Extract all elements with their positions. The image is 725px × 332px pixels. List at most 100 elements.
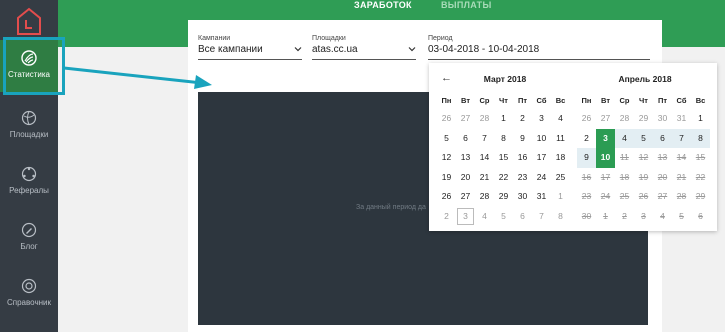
calendar-day[interactable]: 20 — [456, 168, 475, 188]
weekday: Вс — [555, 96, 566, 105]
calendar-day[interactable]: 10 — [532, 129, 551, 149]
week-row: 9 10 11 12 13 14 15 — [577, 148, 713, 168]
calendar-day[interactable]: 16 — [513, 148, 532, 168]
day-grid: 26 27 28 29 30 31 1 2 3 4 5 6 7 8 9 10 11 12 13 14 15 16 17 18 1… — [577, 109, 713, 226]
calendar-day[interactable]: 22 — [494, 168, 513, 188]
calendar-day[interactable]: 23 — [513, 168, 532, 188]
calendar-day[interactable]: 15 — [494, 148, 513, 168]
calendar-day: 6 — [520, 210, 525, 221]
calendar-day: 13 — [657, 152, 668, 162]
calendar-day[interactable]: 1 — [494, 109, 513, 129]
sidebar-item-reference[interactable]: Справочник — [0, 278, 58, 307]
globe-icon — [21, 110, 37, 126]
calendar-day[interactable]: 14 — [475, 148, 494, 168]
calendar-day: 3 — [641, 210, 646, 221]
calendar-day: 8 — [558, 210, 563, 221]
calendar-day: 14 — [676, 152, 687, 162]
calendar-day[interactable]: 6 — [456, 129, 475, 149]
calendar-day[interactable]: 25 — [551, 168, 570, 188]
calendar-day[interactable]: 4 — [551, 109, 570, 129]
calendar-day[interactable]: 17 — [532, 148, 551, 168]
calendar-day[interactable]: 1 — [691, 109, 710, 129]
day-grid: 26 27 28 1 2 3 4 5 6 7 8 9 10 11 12 13 14 15 16 17 18 19 20 21 2… — [437, 109, 573, 226]
calendar-day: 12 — [638, 152, 649, 162]
empty-message: За данный период да — [356, 204, 426, 211]
calendar-day: 22 — [695, 171, 706, 182]
calendar-day: 20 — [657, 171, 668, 182]
calendar-day: 27 — [657, 191, 668, 201]
weekday: Пн — [581, 96, 592, 105]
chevron-down-icon — [408, 47, 416, 52]
calendar-day[interactable]: 3 — [596, 128, 615, 148]
chevron-down-icon — [294, 47, 302, 52]
calendar-day[interactable]: 19 — [437, 168, 456, 188]
calendar-day: 26 — [581, 113, 592, 123]
sidebar-item-blog[interactable]: Блог — [0, 222, 58, 251]
calendar-day[interactable]: 5 — [634, 128, 653, 148]
site-select[interactable]: atas.cc.ua — [312, 44, 416, 60]
calendar-day[interactable]: 2 — [577, 129, 596, 149]
calendar-day: 29 — [695, 191, 706, 201]
calendar-day[interactable]: 4 — [615, 128, 634, 148]
period-filter[interactable]: Период 03-04-2018 - 10-04-2018 — [428, 35, 650, 60]
sidebar-item-referrals[interactable]: Рефералы — [0, 166, 58, 195]
calendar-day[interactable]: 24 — [532, 168, 551, 188]
site-select-value: atas.cc.ua — [312, 44, 358, 55]
calendar-day[interactable]: 8 — [494, 129, 513, 149]
week-row: 16 17 18 19 20 21 22 — [577, 168, 713, 188]
calendar-day[interactable]: 5 — [437, 129, 456, 149]
period-input[interactable]: 03-04-2018 - 10-04-2018 — [428, 44, 650, 60]
calendar-day[interactable]: 6 — [653, 128, 672, 148]
home-logo-icon[interactable] — [14, 6, 44, 36]
calendar-day[interactable]: 11 — [551, 129, 570, 149]
calendar-day: 19 — [638, 171, 649, 182]
calendar-day[interactable]: 8 — [691, 128, 710, 148]
weekday: Ср — [479, 96, 490, 105]
calendar-day: 31 — [676, 113, 687, 123]
calendar-day[interactable]: 21 — [475, 168, 494, 188]
calendar-day[interactable]: 26 — [437, 187, 456, 207]
calendar-day[interactable]: 3 — [532, 109, 551, 129]
campaign-select-value: Все кампании — [198, 44, 263, 55]
calendar-day[interactable]: 7 — [475, 129, 494, 149]
site-filter[interactable]: Площадки atas.cc.ua — [312, 35, 416, 60]
calendar-day[interactable]: 7 — [672, 128, 691, 148]
weekday: Сб — [676, 96, 687, 105]
weekday: Чт — [499, 96, 508, 105]
calendar-day: 28 — [619, 113, 630, 123]
calendar-day[interactable]: 28 — [475, 187, 494, 207]
calendar-day[interactable]: 29 — [494, 187, 513, 207]
calendar-day: 5 — [679, 210, 684, 221]
tab-earnings[interactable]: ЗАРАБОТОК — [354, 0, 412, 10]
calendar-day[interactable]: 18 — [551, 148, 570, 168]
calendar-day[interactable]: 27 — [456, 187, 475, 207]
calendar-day: 30 — [581, 210, 592, 221]
calendar-day: 7 — [539, 210, 544, 221]
calendar-day: 6 — [698, 210, 703, 221]
calendar-day: 2 — [622, 210, 627, 221]
calendar-day: 4 — [482, 210, 487, 221]
calendar-day[interactable]: 30 — [513, 187, 532, 207]
week-row: 26 27 28 1 2 3 4 — [437, 109, 573, 129]
calendar-day[interactable]: 31 — [532, 187, 551, 207]
sidebar-item-label: Блог — [20, 242, 38, 251]
calendar-day: 18 — [619, 171, 630, 182]
calendar-day[interactable]: 13 — [456, 148, 475, 168]
calendar-day[interactable]: 9 — [513, 129, 532, 149]
calendar-day[interactable]: 10 — [596, 148, 615, 168]
calendar-day[interactable]: 2 — [513, 109, 532, 129]
calendar-day: 30 — [657, 113, 668, 123]
weekday: Пн — [441, 96, 452, 105]
calendar-day: 5 — [501, 210, 506, 221]
calendar-day: 24 — [600, 191, 611, 201]
calendar-day: 26 — [638, 191, 649, 201]
calendar-day: 1 — [603, 210, 608, 221]
weekday: Чт — [639, 96, 648, 105]
tab-payouts[interactable]: ВЫПЛАТЫ — [441, 0, 492, 10]
calendar-day: 28 — [676, 191, 687, 201]
calendar-day: 16 — [581, 171, 592, 182]
calendar-day: 23 — [581, 191, 592, 201]
sidebar-item-sites[interactable]: Площадки — [0, 110, 58, 139]
calendar-day[interactable]: 12 — [437, 148, 456, 168]
calendar-day[interactable]: 9 — [577, 148, 596, 168]
